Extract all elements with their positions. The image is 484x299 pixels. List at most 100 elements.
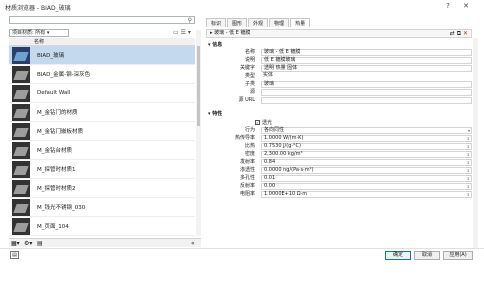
info-section-toggle[interactable]: ▾ 信息 [208,41,222,48]
spinner-icon[interactable]: ⇕ [467,160,470,165]
create-material-icon[interactable]: ⚙▾ [24,240,32,247]
spinner-icon[interactable]: ⇕ [467,176,470,181]
property-label: 行为 [244,127,255,133]
info-label: 源 [249,89,255,95]
property-row: 反射率 0.00 ⇕ [210,183,472,190]
info-value-field[interactable]: 玻璃 [261,81,472,88]
property-value: 0.84 [264,159,276,165]
material-name: M_页面_104 [37,224,69,230]
property-value-field[interactable]: 0.01 ⇕ [261,175,472,182]
info-value-field[interactable] [261,97,472,104]
ok-button[interactable]: 确定 [385,251,411,260]
transmits-light-label: 透光 [262,120,273,126]
property-value: 0.01 [264,175,276,181]
spinner-icon[interactable]: ⇕ [467,144,470,149]
duplicate-asset-icon[interactable]: ⧉ [457,30,461,37]
tab-1[interactable]: 图形 [227,18,248,27]
material-name: BIAD_金属-钢-深灰色 [37,72,91,78]
property-value: 2,300.00 kg/m³ [264,151,303,157]
window-title: 材质浏览器 - BIAD_玻璃 [5,5,71,12]
material-list: BIAD_玻璃 BIAD_金属-钢-深灰色 Default Wall M_金钻门的材质… [9,46,195,236]
cancel-button[interactable]: 取消 [414,251,440,260]
help-icon[interactable]: ? [443,2,453,10]
properties-section-toggle[interactable]: ▾ 特性 [208,110,222,117]
property-label: 热传导率 [234,135,255,141]
library-toggle-icon[interactable]: ▤ [10,251,19,259]
scrollbar-thumb[interactable] [197,46,200,126]
dropdown-arrow-icon[interactable]: ▾ [468,128,470,133]
info-row: 源 [210,89,472,96]
info-value-field[interactable] [261,89,472,96]
collapse-library-button[interactable]: « [191,240,195,247]
spinner-icon[interactable]: ⇕ [467,184,470,189]
material-list-item[interactable]: BIAD_金属-钢-深灰色 [9,65,195,84]
property-value: 各向同性 [264,127,285,133]
info-value-field[interactable]: 透明 热量 固体 [261,65,472,72]
material-list-item[interactable]: Default Wall [9,84,195,103]
material-list-item[interactable]: BIAD_玻璃 [9,46,195,65]
property-value-field[interactable]: 1.0000 W/(m·K) ⇕ [261,135,472,142]
desktop-background [0,262,484,299]
spinner-icon[interactable]: ⇕ [467,136,470,141]
material-list-item[interactable]: M_金钻台材质 [9,141,195,160]
spinner-icon[interactable]: ⇕ [467,168,470,173]
info-row: 子类 玻璃 [210,81,472,88]
info-row: 源 URL [210,97,472,104]
material-thumbnail [12,198,30,216]
material-thumbnail [12,46,30,64]
transmits-light-checkbox[interactable]: ✓ 透光 [255,119,272,126]
material-search-input[interactable]: ⚲ [9,16,195,24]
property-value-field[interactable]: 0.84 ⇕ [261,159,472,166]
property-value-field[interactable]: 2,300.00 kg/m³ ⇕ [261,151,472,158]
info-value-field[interactable]: 玻璃 - 低 E 镀膜 [261,49,472,56]
view-options-icon[interactable]: ▭ ☰ ▾ [173,29,191,36]
left-panel-footer: ▦▾ ⚙▾ ▤ « [9,238,201,247]
spinner-icon[interactable]: ⇕ [467,192,470,197]
property-value-field[interactable]: 0.7530 J/(g·°C) ⇕ [261,143,472,150]
title-bar: 材质浏览器 - BIAD_玻璃 ? ✕ [0,0,484,14]
properties-scrollbar[interactable] [473,38,478,248]
tab-4[interactable]: 热量 [290,18,311,27]
material-list-item[interactable]: M_探管时材质2 [9,179,195,198]
material-thumbnail [12,122,30,140]
property-value-field[interactable]: 0.0000 ng/(Pa·s·m²) ⇕ [261,167,472,174]
info-row: 关键字 透明 热量 固体 [210,65,472,72]
material-list-item[interactable]: M_钱光不锈钢_030 [9,198,195,217]
property-label: 密度 [244,151,255,157]
search-icon[interactable]: ⚲ [188,17,192,24]
spinner-icon[interactable]: ⇕ [467,152,470,157]
property-label: 电阻率 [239,191,255,197]
property-row: 多孔性 0.01 ⇕ [210,175,472,182]
remove-asset-icon[interactable]: ✕ [463,30,468,37]
info-label: 源 URL [238,97,255,103]
property-label: 发射率 [239,159,255,165]
property-value-field[interactable]: 1.0000E+10 Ω·m ⇕ [261,191,472,198]
property-label: 比热 [244,143,255,149]
library-icon[interactable]: ▦▾ [11,240,20,247]
library-panel-icon[interactable]: ▤ [37,240,43,247]
close-icon[interactable]: ✕ [461,2,471,10]
info-value-field[interactable]: 低 E 镀膜玻璃 [261,57,472,64]
property-value-field[interactable]: 各向同性 ▾ [261,127,472,134]
list-header-name: 名称 [9,38,195,46]
material-list-item[interactable]: M_金钻门的材质 [9,103,195,122]
material-list-item[interactable]: M_金钻门嵌板材质 [9,122,195,141]
checkbox-check-icon[interactable]: ✓ [255,120,260,125]
dialog-footer: ▤ 确定 取消 应用(A) [0,248,484,262]
tab-2[interactable]: 外观 [248,18,269,27]
property-value: 1.0000E+10 Ω·m [264,191,308,197]
property-value: 1.0000 W/(m·K) [264,135,304,141]
material-name: M_金钻台材质 [37,148,72,154]
replace-asset-icon[interactable]: ⇄ [450,30,455,37]
tab-0[interactable]: 标识 [206,18,227,27]
material-list-item[interactable]: M_探管时材质1 [9,160,195,179]
material-filter-dropdown[interactable]: 项目材质: 所有 ▾ [9,29,69,37]
property-value-field[interactable]: 0.00 ⇕ [261,183,472,190]
material-thumbnail [12,103,30,121]
property-row: 发射率 0.84 ⇕ [210,159,472,166]
property-row: 渗透性 0.0000 ng/(Pa·s·m²) ⇕ [210,167,472,174]
apply-button[interactable]: 应用(A) [443,251,473,260]
material-list-item[interactable]: M_页面_104 [9,217,195,236]
material-list-scrollbar[interactable] [196,30,201,236]
tab-3[interactable]: 物理 [269,18,290,27]
